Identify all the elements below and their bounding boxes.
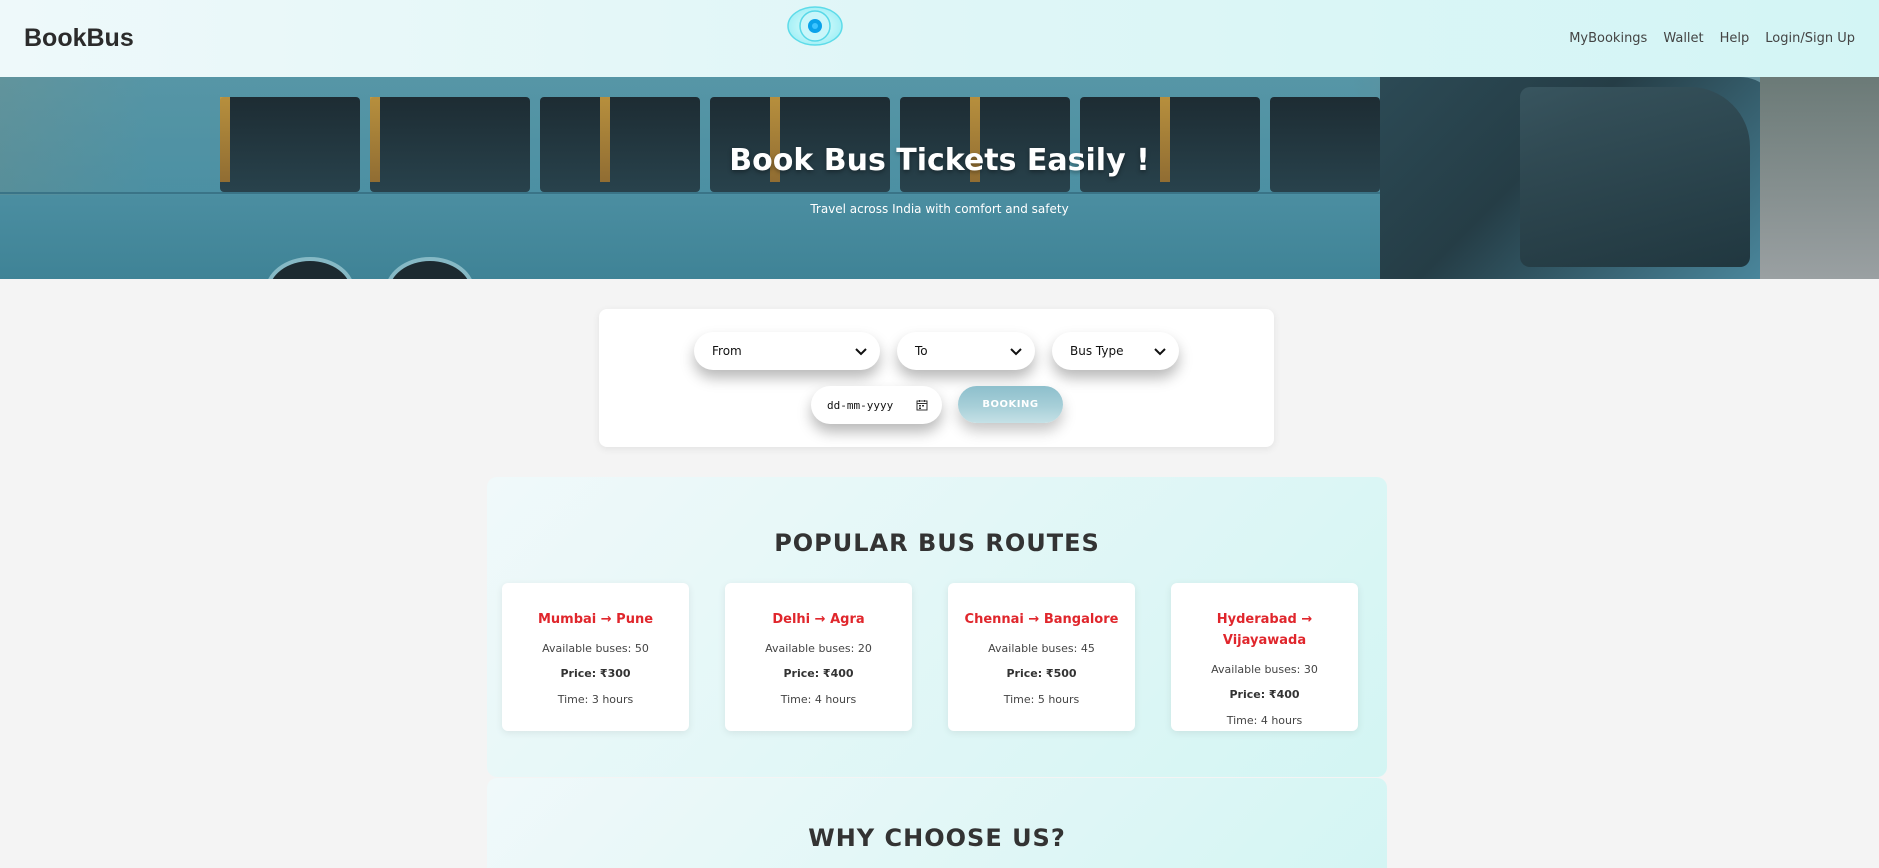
brand-logo-text[interactable]: BookBus	[24, 24, 134, 53]
hero-subtitle: Travel across India with comfort and saf…	[810, 202, 1069, 216]
booking-button[interactable]: BOOKING	[958, 386, 1063, 423]
route-card[interactable]: Delhi → Agra Available buses: 20 Price: …	[725, 583, 912, 731]
popular-routes-title: POPULAR BUS ROUTES	[774, 529, 1100, 557]
route-price: Price: ₹500	[1006, 667, 1077, 680]
nav-link-wallet[interactable]: Wallet	[1663, 31, 1703, 46]
chevron-down-icon	[1154, 348, 1166, 356]
roadside	[1760, 77, 1879, 279]
popular-routes-section: POPULAR BUS ROUTES Mumbai → Pune Availab…	[487, 477, 1387, 777]
nav-links: MyBookings Wallet Help Login/Sign Up	[1569, 31, 1855, 46]
bus-type-select[interactable]: Bus Type	[1052, 332, 1179, 370]
from-select-label: From	[712, 344, 742, 358]
route-card[interactable]: Mumbai → Pune Available buses: 50 Price:…	[502, 583, 689, 731]
route-time: Time: 4 hours	[1226, 714, 1303, 727]
route-card[interactable]: Chennai → Bangalore Available buses: 45 …	[948, 583, 1135, 731]
date-input[interactable]: dd-mm-yyyy	[811, 386, 942, 424]
hero-banner	[0, 77, 1879, 279]
route-price: Price: ₹400	[783, 667, 854, 680]
route-card[interactable]: Hyderabad → Vijayawada Available buses: …	[1171, 583, 1358, 731]
route-name: Chennai → Bangalore	[964, 612, 1119, 627]
route-available-buses: Available buses: 45	[988, 642, 1095, 655]
nav-link-help[interactable]: Help	[1720, 31, 1750, 46]
from-select[interactable]: From	[694, 332, 880, 370]
route-available-buses: Available buses: 20	[765, 642, 872, 655]
route-name: Delhi → Agra	[772, 612, 865, 627]
route-available-buses: Available buses: 50	[542, 642, 649, 655]
route-time: Time: 3 hours	[557, 693, 634, 706]
route-time: Time: 4 hours	[780, 693, 857, 706]
route-price: Price: ₹400	[1229, 688, 1300, 701]
route-time: Time: 5 hours	[1003, 693, 1080, 706]
chevron-down-icon	[855, 348, 867, 356]
search-card	[599, 309, 1274, 447]
route-price: Price: ₹300	[560, 667, 631, 680]
route-name: Mumbai → Pune	[537, 612, 654, 627]
hero-title: Book Bus Tickets Easily !	[729, 143, 1150, 178]
why-choose-us-title: WHY CHOOSE US?	[808, 824, 1066, 852]
why-choose-us-section: WHY CHOOSE US?	[487, 778, 1387, 868]
nav-link-login-signup[interactable]: Login/Sign Up	[1765, 31, 1855, 46]
nav-link-mybookings[interactable]: MyBookings	[1569, 31, 1647, 46]
route-available-buses: Available buses: 30	[1211, 663, 1318, 676]
to-select[interactable]: To	[897, 332, 1035, 370]
navbar: BookBus MyBookings Wallet Help Login/Sig…	[0, 0, 1879, 77]
date-placeholder: dd-mm-yyyy	[827, 398, 894, 412]
route-name: Hyderabad → Vijayawada	[1216, 612, 1313, 648]
calendar-icon[interactable]	[916, 399, 928, 411]
to-select-label: To	[915, 344, 928, 358]
chevron-down-icon	[1010, 348, 1022, 356]
bus-type-select-label: Bus Type	[1070, 344, 1124, 358]
eye-logo-icon	[787, 6, 843, 46]
